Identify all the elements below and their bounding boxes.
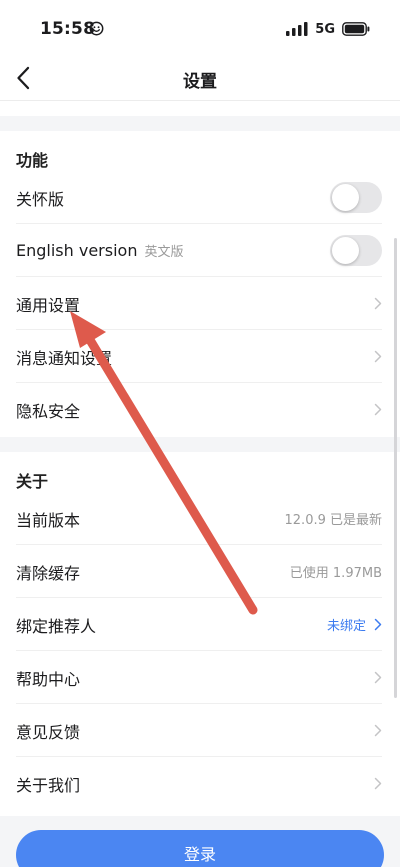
login-button[interactable]: 登录 <box>16 830 384 867</box>
status-indicators: 5G <box>286 21 370 37</box>
battery-icon <box>342 22 370 36</box>
nav-bar: 设置 <box>0 56 400 100</box>
row-label: English version <box>16 241 138 260</box>
english-version-toggle[interactable] <box>330 235 382 266</box>
scrollbar[interactable] <box>394 238 397 698</box>
care-mode-toggle[interactable] <box>330 182 382 213</box>
row-bind-referrer[interactable]: 绑定推荐人 未绑定 <box>0 598 400 651</box>
row-care-mode: 关怀版 <box>0 171 400 224</box>
row-label: 当前版本 <box>16 510 81 530</box>
row-about-us[interactable]: 关于我们 <box>0 757 400 810</box>
row-english-version: English version 英文版 <box>0 224 400 277</box>
version-value: 12.0.9 已是最新 <box>284 513 382 528</box>
login-bar: 登录 <box>0 816 400 867</box>
functions-section: 功能 关怀版 English version 英文版 通用设置 消息通知设置 隐… <box>0 131 400 437</box>
row-label: 关怀版 <box>16 189 65 209</box>
row-label: 通用设置 <box>16 295 81 315</box>
row-sublabel: 英文版 <box>144 245 184 260</box>
row-current-version[interactable]: 当前版本 12.0.9 已是最新 <box>0 492 400 545</box>
row-general-settings[interactable]: 通用设置 <box>0 277 400 330</box>
row-privacy-security[interactable]: 隐私安全 <box>0 383 400 436</box>
section-title-about: 关于 <box>16 472 49 491</box>
row-feedback[interactable]: 意见反馈 <box>0 704 400 757</box>
status-bar: 15:58 5G <box>0 0 400 56</box>
top-strip <box>0 100 400 116</box>
row-notification-settings[interactable]: 消息通知设置 <box>0 330 400 383</box>
status-time: 15:58 <box>40 19 96 39</box>
smiley-icon <box>89 21 104 36</box>
chevron-right-icon <box>374 671 382 684</box>
page-title: 设置 <box>183 72 217 92</box>
row-label: 绑定推荐人 <box>16 616 97 636</box>
row-label: 关于我们 <box>16 775 81 795</box>
toggle-knob <box>332 184 359 211</box>
row-clear-cache[interactable]: 清除缓存 已使用 1.97MB <box>0 545 400 598</box>
chevron-right-icon <box>374 297 382 310</box>
section-title-functions: 功能 <box>16 151 49 170</box>
row-label: 清除缓存 <box>16 563 81 583</box>
row-label: 隐私安全 <box>16 401 81 421</box>
toggle-knob <box>332 237 359 264</box>
cache-value: 已使用 1.97MB <box>289 566 382 581</box>
network-type: 5G <box>315 21 335 37</box>
row-label: 意见反馈 <box>16 722 81 742</box>
chevron-right-icon <box>374 618 382 631</box>
row-help-center[interactable]: 帮助中心 <box>0 651 400 704</box>
row-label: 帮助中心 <box>16 669 81 689</box>
chevron-right-icon <box>374 724 382 737</box>
chevron-right-icon <box>374 350 382 363</box>
chevron-right-icon <box>374 777 382 790</box>
signal-icon <box>286 22 308 36</box>
about-section: 关于 当前版本 12.0.9 已是最新 清除缓存 已使用 1.97MB 绑定推荐… <box>0 452 400 816</box>
chevron-right-icon <box>374 403 382 416</box>
referrer-status: 未绑定 <box>326 619 366 634</box>
row-label: 消息通知设置 <box>16 348 113 368</box>
